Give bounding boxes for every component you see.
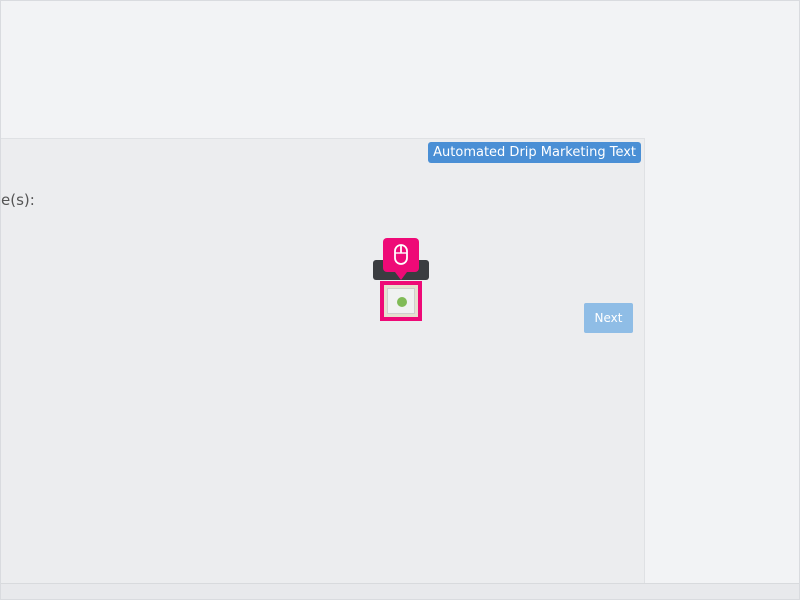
mouse-icon <box>394 244 408 265</box>
hotspot-highlight[interactable] <box>380 281 422 321</box>
content-panel: Automated Drip Marketing Text e(s): Next <box>1 138 645 587</box>
field-label: e(s): <box>1 191 35 209</box>
hotspot-target[interactable] <box>387 288 415 314</box>
page: Automated Drip Marketing Text e(s): Next <box>0 0 800 600</box>
bottom-scrollbar[interactable] <box>1 583 799 599</box>
green-dot-icon <box>397 297 407 307</box>
next-button[interactable]: Next <box>584 303 633 333</box>
automation-tag-badge: Automated Drip Marketing Text <box>428 142 641 163</box>
click-marker <box>383 238 419 280</box>
